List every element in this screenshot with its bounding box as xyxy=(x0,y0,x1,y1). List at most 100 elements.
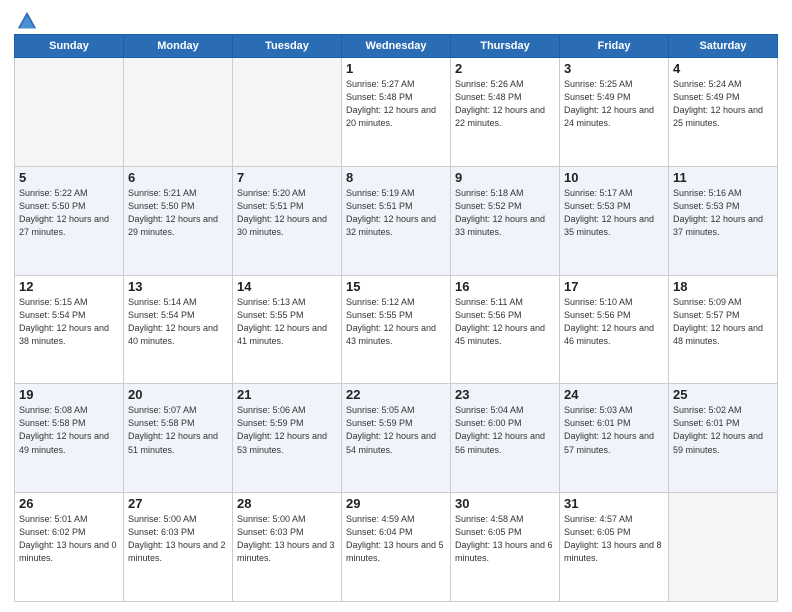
calendar-cell: 9 Sunrise: 5:18 AM Sunset: 5:52 PM Daylig… xyxy=(451,166,560,275)
calendar-week-row: 1 Sunrise: 5:27 AM Sunset: 5:48 PM Daylig… xyxy=(15,58,778,167)
calendar-header-wednesday: Wednesday xyxy=(342,35,451,58)
calendar-header-friday: Friday xyxy=(560,35,669,58)
day-number: 26 xyxy=(19,496,119,511)
day-number: 6 xyxy=(128,170,228,185)
calendar-cell: 21 Sunrise: 5:06 AM Sunset: 5:59 PM Dayli… xyxy=(233,384,342,493)
day-number: 31 xyxy=(564,496,664,511)
day-number: 4 xyxy=(673,61,773,76)
day-number: 21 xyxy=(237,387,337,402)
day-number: 28 xyxy=(237,496,337,511)
day-number: 9 xyxy=(455,170,555,185)
day-info: Sunrise: 5:14 AM Sunset: 5:54 PM Dayligh… xyxy=(128,296,228,348)
calendar-cell: 22Sunrise: 5:05 AM Sunset: 5:59 PM Dayli… xyxy=(342,384,451,493)
calendar-cell xyxy=(669,493,778,602)
day-number: 24 xyxy=(564,387,664,402)
calendar-cell: 20Sunrise: 5:07 AM Sunset: 5:58 PM Dayli… xyxy=(124,384,233,493)
calendar-cell: 19 Sunrise: 5:08 AM Sunset: 5:58 PM Dayli… xyxy=(15,384,124,493)
calendar-cell: 8 Sunrise: 5:19 AM Sunset: 5:51 PM Daylig… xyxy=(342,166,451,275)
day-info: Sunrise: 5:27 AM Sunset: 5:48 PM Dayligh… xyxy=(346,78,446,130)
day-info: Sunrise: 4:58 AM Sunset: 6:05 PM Dayligh… xyxy=(455,513,555,565)
day-number: 2 xyxy=(455,61,555,76)
calendar-cell: 11 Sunrise: 5:16 AM Sunset: 5:53 PM Dayli… xyxy=(669,166,778,275)
day-info: Sunrise: 5:03 AM Sunset: 6:01 PM Dayligh… xyxy=(564,404,664,456)
day-info: Sunrise: 5:18 AM Sunset: 5:52 PM Dayligh… xyxy=(455,187,555,239)
day-number: 27 xyxy=(128,496,228,511)
day-info: Sunrise: 5:15 AM Sunset: 5:54 PM Dayligh… xyxy=(19,296,119,348)
day-info: Sunrise: 5:12 AM Sunset: 5:55 PM Dayligh… xyxy=(346,296,446,348)
calendar-header-row: SundayMondayTuesdayWednesdayThursdayFrid… xyxy=(15,35,778,58)
calendar-cell: 13 Sunrise: 5:14 AM Sunset: 5:54 PM Dayli… xyxy=(124,275,233,384)
day-number: 29 xyxy=(346,496,446,511)
day-info: Sunrise: 5:05 AM Sunset: 5:59 PM Dayligh… xyxy=(346,404,446,456)
calendar-cell: 18 Sunrise: 5:09 AM Sunset: 5:57 PM Dayli… xyxy=(669,275,778,384)
day-info: Sunrise: 5:02 AM Sunset: 6:01 PM Dayligh… xyxy=(673,404,773,456)
day-info: Sunrise: 5:11 AM Sunset: 5:56 PM Dayligh… xyxy=(455,296,555,348)
day-number: 25 xyxy=(673,387,773,402)
day-number: 3 xyxy=(564,61,664,76)
day-number: 30 xyxy=(455,496,555,511)
day-info: Sunrise: 5:26 AM Sunset: 5:48 PM Dayligh… xyxy=(455,78,555,130)
day-number: 13 xyxy=(128,279,228,294)
logo xyxy=(14,10,38,28)
calendar-cell: 12 Sunrise: 5:15 AM Sunset: 5:54 PM Dayli… xyxy=(15,275,124,384)
calendar-header-monday: Monday xyxy=(124,35,233,58)
calendar-cell: 23 Sunrise: 5:04 AM Sunset: 6:00 PM Dayli… xyxy=(451,384,560,493)
day-info: Sunrise: 4:59 AM Sunset: 6:04 PM Dayligh… xyxy=(346,513,446,565)
calendar-cell: 31Sunrise: 4:57 AM Sunset: 6:05 PM Dayli… xyxy=(560,493,669,602)
day-number: 23 xyxy=(455,387,555,402)
day-info: Sunrise: 5:08 AM Sunset: 5:58 PM Dayligh… xyxy=(19,404,119,456)
calendar-table: SundayMondayTuesdayWednesdayThursdayFrid… xyxy=(14,34,778,602)
day-info: Sunrise: 5:22 AM Sunset: 5:50 PM Dayligh… xyxy=(19,187,119,239)
calendar-cell: 6 Sunrise: 5:21 AM Sunset: 5:50 PM Daylig… xyxy=(124,166,233,275)
calendar-cell: 29 Sunrise: 4:59 AM Sunset: 6:04 PM Dayli… xyxy=(342,493,451,602)
calendar-header-sunday: Sunday xyxy=(15,35,124,58)
day-info: Sunrise: 5:21 AM Sunset: 5:50 PM Dayligh… xyxy=(128,187,228,239)
day-info: Sunrise: 5:20 AM Sunset: 5:51 PM Dayligh… xyxy=(237,187,337,239)
calendar-cell: 17 Sunrise: 5:10 AM Sunset: 5:56 PM Dayli… xyxy=(560,275,669,384)
page-header xyxy=(14,10,778,28)
calendar-header-saturday: Saturday xyxy=(669,35,778,58)
page-container: SundayMondayTuesdayWednesdayThursdayFrid… xyxy=(0,0,792,612)
day-info: Sunrise: 5:00 AM Sunset: 6:03 PM Dayligh… xyxy=(237,513,337,565)
calendar-cell: 2 Sunrise: 5:26 AM Sunset: 5:48 PM Daylig… xyxy=(451,58,560,167)
logo-icon xyxy=(16,10,38,32)
day-info: Sunrise: 5:19 AM Sunset: 5:51 PM Dayligh… xyxy=(346,187,446,239)
day-number: 7 xyxy=(237,170,337,185)
day-info: Sunrise: 5:25 AM Sunset: 5:49 PM Dayligh… xyxy=(564,78,664,130)
day-info: Sunrise: 5:00 AM Sunset: 6:03 PM Dayligh… xyxy=(128,513,228,565)
day-info: Sunrise: 5:16 AM Sunset: 5:53 PM Dayligh… xyxy=(673,187,773,239)
calendar-cell: 16 Sunrise: 5:11 AM Sunset: 5:56 PM Dayli… xyxy=(451,275,560,384)
calendar-cell: 26 Sunrise: 5:01 AM Sunset: 6:02 PM Dayli… xyxy=(15,493,124,602)
calendar-cell: 4 Sunrise: 5:24 AM Sunset: 5:49 PM Daylig… xyxy=(669,58,778,167)
day-number: 17 xyxy=(564,279,664,294)
calendar-week-row: 19 Sunrise: 5:08 AM Sunset: 5:58 PM Dayli… xyxy=(15,384,778,493)
day-info: Sunrise: 5:04 AM Sunset: 6:00 PM Dayligh… xyxy=(455,404,555,456)
day-info: Sunrise: 5:17 AM Sunset: 5:53 PM Dayligh… xyxy=(564,187,664,239)
day-info: Sunrise: 5:09 AM Sunset: 5:57 PM Dayligh… xyxy=(673,296,773,348)
calendar-cell xyxy=(124,58,233,167)
calendar-cell: 14Sunrise: 5:13 AM Sunset: 5:55 PM Dayli… xyxy=(233,275,342,384)
day-info: Sunrise: 5:24 AM Sunset: 5:49 PM Dayligh… xyxy=(673,78,773,130)
day-info: Sunrise: 5:07 AM Sunset: 5:58 PM Dayligh… xyxy=(128,404,228,456)
calendar-cell xyxy=(233,58,342,167)
calendar-cell: 5 Sunrise: 5:22 AM Sunset: 5:50 PM Daylig… xyxy=(15,166,124,275)
day-number: 5 xyxy=(19,170,119,185)
day-number: 16 xyxy=(455,279,555,294)
day-number: 10 xyxy=(564,170,664,185)
day-number: 11 xyxy=(673,170,773,185)
calendar-cell xyxy=(15,58,124,167)
calendar-cell: 10 Sunrise: 5:17 AM Sunset: 5:53 PM Dayli… xyxy=(560,166,669,275)
calendar-cell: 27 Sunrise: 5:00 AM Sunset: 6:03 PM Dayli… xyxy=(124,493,233,602)
day-number: 1 xyxy=(346,61,446,76)
day-number: 12 xyxy=(19,279,119,294)
day-info: Sunrise: 5:10 AM Sunset: 5:56 PM Dayligh… xyxy=(564,296,664,348)
day-number: 19 xyxy=(19,387,119,402)
day-info: Sunrise: 5:13 AM Sunset: 5:55 PM Dayligh… xyxy=(237,296,337,348)
calendar-cell: 28 Sunrise: 5:00 AM Sunset: 6:03 PM Dayli… xyxy=(233,493,342,602)
day-number: 18 xyxy=(673,279,773,294)
day-info: Sunrise: 5:01 AM Sunset: 6:02 PM Dayligh… xyxy=(19,513,119,565)
day-info: Sunrise: 5:06 AM Sunset: 5:59 PM Dayligh… xyxy=(237,404,337,456)
calendar-cell: 1 Sunrise: 5:27 AM Sunset: 5:48 PM Daylig… xyxy=(342,58,451,167)
calendar-cell: 15Sunrise: 5:12 AM Sunset: 5:55 PM Dayli… xyxy=(342,275,451,384)
day-number: 8 xyxy=(346,170,446,185)
